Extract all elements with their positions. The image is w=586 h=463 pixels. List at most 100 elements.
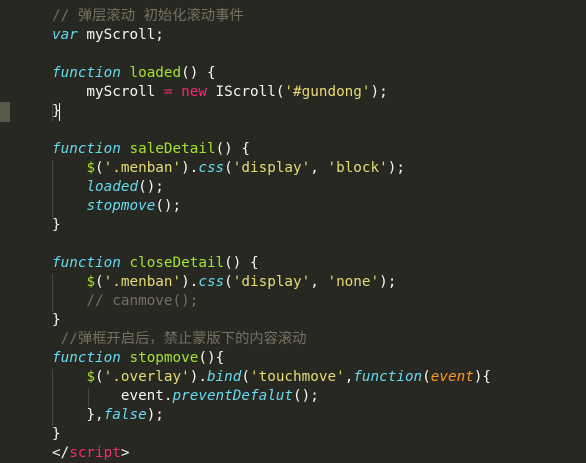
code-token: >: [120, 445, 130, 461]
code-token: 'display': [232, 160, 311, 176]
line-gutter: [0, 0, 44, 456]
code-line[interactable]: function stopmove(){: [52, 349, 224, 368]
code-token: script: [69, 445, 121, 461]
code-token: function: [353, 369, 423, 385]
current-line-marker: [0, 102, 10, 122]
code-token: }: [52, 426, 61, 442]
code-token: }: [52, 217, 61, 233]
code-token: saleDetail: [129, 141, 216, 157]
code-line[interactable]: }: [52, 311, 61, 330]
code-line[interactable]: function loaded() {: [52, 64, 216, 83]
code-token: ){: [473, 369, 492, 385]
code-line[interactable]: function saleDetail() {: [52, 140, 250, 159]
code-token: (: [422, 369, 431, 385]
code-token: ,: [344, 369, 354, 385]
code-token: );: [146, 407, 164, 423]
code-token: var: [52, 27, 78, 43]
code-line[interactable]: function closeDetail() {: [52, 254, 259, 273]
code-token: $: [86, 274, 96, 290]
code-line[interactable]: // 弹层滚动 初始化滚动事件: [52, 7, 244, 26]
code-token: ,: [310, 274, 328, 290]
code-token: 'touchmove': [250, 369, 345, 385]
code-line[interactable]: event.preventDefalut();: [52, 387, 319, 406]
code-token: function: [52, 65, 121, 81]
code-token: function: [52, 350, 121, 366]
code-line[interactable]: stopmove();: [52, 197, 181, 216]
code-token: function: [52, 141, 121, 157]
code-token: bind: [206, 369, 242, 385]
code-line[interactable]: $('.menban').css('display', 'none');: [52, 273, 396, 292]
code-line[interactable]: var myScroll;: [52, 26, 164, 45]
code-token: (: [224, 160, 233, 176]
code-token: (){: [198, 350, 225, 366]
code-token: (: [224, 274, 233, 290]
code-token: IScroll(: [206, 84, 285, 100]
code-token: );: [370, 84, 388, 100]
code-token: myScroll: [52, 84, 164, 100]
code-token: // 弹层滚动 初始化滚动事件: [52, 8, 244, 24]
code-token: );: [379, 274, 397, 290]
code-token: preventDefalut: [172, 388, 294, 404]
code-token: stopmove: [129, 350, 199, 366]
code-token: myScroll;: [77, 27, 164, 43]
code-token: loaded: [129, 65, 182, 81]
code-token: ();: [293, 388, 319, 404]
code-token: ).: [181, 274, 199, 290]
code-token: ();: [155, 198, 182, 214]
code-line[interactable]: </script>: [52, 444, 129, 463]
code-line[interactable]: loaded();: [52, 178, 164, 197]
code-line[interactable]: $('.overlay').bind('touchmove',function(…: [52, 368, 491, 387]
code-token: loaded: [86, 179, 139, 195]
code-editor[interactable]: // 弹层滚动 初始化滚动事件 var myScroll; function loa…: [52, 0, 586, 461]
code-line[interactable]: // canmove();: [52, 292, 198, 311]
code-token: stopmove: [86, 198, 156, 214]
code-token: );: [387, 160, 405, 176]
code-token: 'block': [327, 160, 388, 176]
code-token: =: [163, 84, 173, 100]
code-token: css: [198, 160, 225, 176]
code-token: event: [430, 369, 474, 385]
code-token: ();: [138, 179, 164, 195]
code-token: 'none': [327, 274, 380, 290]
code-token: 'display': [232, 274, 311, 290]
code-token: () {: [181, 65, 216, 81]
code-line[interactable]: $('.menban').css('display', 'block');: [52, 159, 405, 178]
code-token: // canmove();: [52, 293, 199, 309]
code-token: //弹框开启后，禁止蒙版下的内容滚动: [52, 331, 307, 347]
code-token: $: [86, 369, 96, 385]
code-token: '.menban': [103, 274, 182, 290]
code-token: ,: [310, 160, 328, 176]
code-token: '.overlay': [103, 369, 190, 385]
code-token: </: [52, 445, 70, 461]
code-line[interactable]: }: [52, 425, 61, 444]
code-token: (: [95, 274, 104, 290]
code-token: () {: [224, 255, 259, 271]
code-line[interactable]: //弹框开启后，禁止蒙版下的内容滚动: [52, 330, 307, 349]
code-line[interactable]: myScroll = new IScroll('#gundong');: [52, 83, 388, 102]
code-token: (: [95, 369, 104, 385]
code-token: event.: [52, 388, 173, 404]
code-token: }: [52, 312, 61, 328]
code-token: false: [103, 407, 147, 423]
code-token: new: [181, 84, 207, 100]
code-token: ).: [181, 160, 199, 176]
code-token: css: [198, 274, 225, 290]
code-token: '.menban': [103, 160, 182, 176]
code-line[interactable]: },false);: [52, 406, 164, 425]
code-token: (: [241, 369, 250, 385]
code-token: closeDetail: [129, 255, 225, 271]
code-line[interactable]: }: [52, 216, 61, 235]
text-caret: [59, 103, 60, 121]
code-token: },: [52, 407, 104, 423]
code-token: ).: [189, 369, 207, 385]
code-token: $: [86, 160, 96, 176]
code-token: function: [52, 255, 121, 271]
code-token: () {: [215, 141, 250, 157]
code-token: (: [95, 160, 104, 176]
